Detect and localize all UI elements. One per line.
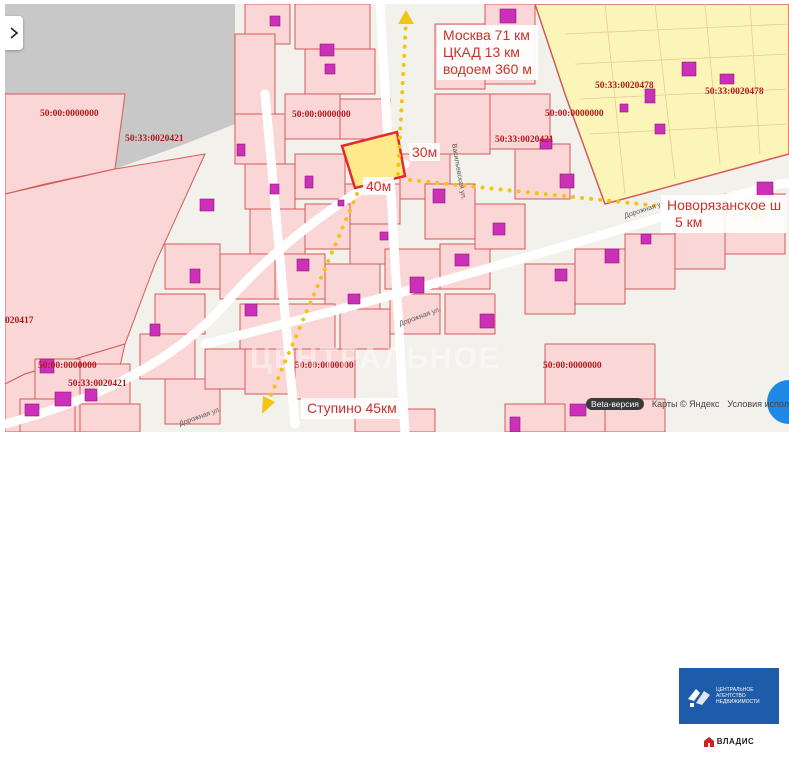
watermark: ЦЕНТРАЛЬНОЕ bbox=[250, 342, 501, 375]
vladis-house-icon bbox=[703, 736, 714, 747]
callout-line: Москва 71 км bbox=[443, 27, 530, 43]
plot-depth-label: 40м bbox=[363, 177, 395, 195]
callout-line: Ступино 45км bbox=[307, 400, 397, 416]
cadastral-label: 50:00:0000000 bbox=[543, 361, 602, 371]
cadastral-label: 50:00:0000000 bbox=[38, 361, 97, 371]
cadastral-label: 020417 bbox=[5, 316, 34, 326]
brand-name: ВЛАДИС bbox=[716, 737, 755, 746]
agency-name: Центральное агентство недвижимости bbox=[716, 687, 760, 705]
cadastral-label: 50:33:0020421 bbox=[68, 379, 127, 389]
callout-south: Ступино 45км bbox=[301, 398, 403, 419]
logo-banner: Центральное агентство недвижимости bbox=[679, 668, 779, 724]
brand-row: ВЛАДИС bbox=[679, 724, 779, 759]
terms-link[interactable]: Условия испол bbox=[727, 399, 789, 409]
agency-logo-icon bbox=[688, 689, 710, 707]
agency-logo: Центральное агентство недвижимости ВЛАДИ… bbox=[679, 668, 779, 759]
callout-line: Новорязанское ш bbox=[667, 197, 782, 213]
cadastral-label: 50:00:0000000 bbox=[545, 109, 604, 119]
cadastral-label: 50:33:0020478 bbox=[705, 87, 764, 97]
callout-north: Москва 71 км ЦКАД 13 км водоем 360 м bbox=[437, 25, 538, 80]
callout-line: ЦКАД 13 км bbox=[443, 44, 520, 60]
callout-east: Новорязанское ш 5 км bbox=[661, 195, 788, 233]
cadastral-label: 50:33:0020478 bbox=[595, 81, 654, 91]
cadastral-label: 50:33:0020421 bbox=[125, 134, 184, 144]
cadastral-label: 50:00:0000000 bbox=[292, 110, 351, 120]
map-view[interactable]: 50:00:0000000 50:33:0020421 50:00:000000… bbox=[5, 4, 789, 432]
yandex-maps-link[interactable]: Карты © Яндекс bbox=[652, 399, 720, 409]
callout-line: водоем 360 м bbox=[443, 61, 532, 77]
chevron-right-icon bbox=[10, 27, 19, 39]
callout-line: 5 км bbox=[675, 214, 703, 230]
cadastral-label: 50:33:0020421 bbox=[495, 135, 554, 145]
map-attribution: Beta-версия Карты © Яндекс Условия испол bbox=[586, 398, 789, 410]
expand-panel-button[interactable] bbox=[5, 16, 23, 50]
plot-width-label: 30м bbox=[409, 143, 441, 161]
cadastral-label: 50:00:0000000 bbox=[40, 109, 99, 119]
beta-badge[interactable]: Beta-версия bbox=[586, 398, 644, 410]
